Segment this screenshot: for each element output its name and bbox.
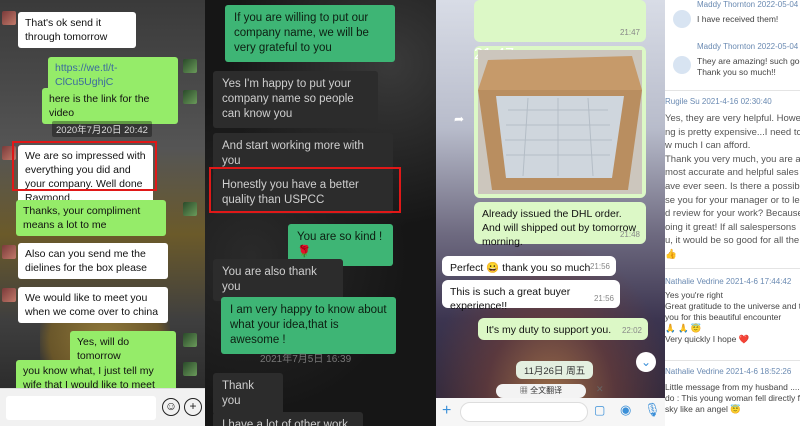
review-author: Maddy Thornton 2022-05-04 17:26 <box>697 0 800 9</box>
avatar <box>183 202 197 216</box>
avatar <box>183 333 197 347</box>
review-text: They are amazing! such good quality! <box>697 56 800 66</box>
avatar <box>2 288 16 302</box>
avatar <box>183 59 197 73</box>
message-bubble: Already issued the DHL order. And will s… <box>474 202 646 248</box>
message-bubble: I am very happy to know about what your … <box>221 297 396 354</box>
avatar <box>2 11 16 25</box>
message-bubble: Also can you send me the dielines for th… <box>18 243 168 279</box>
message-bubble: You are also thank you <box>213 259 343 301</box>
review-line: 🙏 🙏 😇 <box>665 323 702 333</box>
review-line: Yes, they are very helpful. Howe <box>665 113 800 124</box>
review-line: do : This young woman fell directly from <box>665 393 800 403</box>
translate-button[interactable]: ▦ 全文翻译 <box>496 384 586 398</box>
smile-icon[interactable]: ☺ <box>162 398 180 416</box>
review-line: you for this beautiful encounter <box>665 312 782 322</box>
message-bubble: If you are willing to put our company na… <box>225 5 395 62</box>
review-line: d review for your work? Because <box>665 208 800 220</box>
review-line: ave ever seen. Is there a possibl <box>665 181 800 192</box>
close-icon[interactable]: ✕ <box>596 384 608 396</box>
sticker-icon[interactable]: ▢ <box>594 403 605 417</box>
timestamp: 2021年7月5日 16:39 <box>260 354 352 365</box>
review-line: Little message from my husband ..... H <box>665 382 800 392</box>
divider <box>665 268 800 269</box>
photo-message[interactable]: 21:47 <box>474 0 646 42</box>
input-bar: + ▢ ◉ 🎙 <box>436 398 665 426</box>
highlight-box <box>209 167 401 213</box>
date-pill: 11月26日 周五 <box>516 361 594 379</box>
review-line: Great gratitude to the universe and to <box>665 301 800 311</box>
photo-message[interactable]: 21:47 <box>474 46 646 198</box>
avatar <box>673 10 691 28</box>
review-author: Maddy Thornton 2022-05-04 17:26 <box>697 42 800 51</box>
highlight-box <box>12 141 157 191</box>
message-bubble: I have a lot of other work <box>213 412 363 426</box>
avatar <box>673 56 691 74</box>
scroll-down-button[interactable]: ⌄ <box>636 352 656 372</box>
message-input[interactable] <box>460 402 588 422</box>
avatar <box>2 245 16 259</box>
review-text: I have received them! <box>697 14 779 24</box>
timestamp: 2020年7月20日 20:42 <box>52 121 152 137</box>
forward-icon[interactable]: ➦ <box>454 112 464 126</box>
review-line: Very quickly I hope ❤️ <box>665 334 750 344</box>
review-line: 👍 <box>665 249 677 260</box>
review-line: oing it great! If all salespersons <box>665 221 796 233</box>
message-input[interactable] <box>6 396 156 420</box>
avatar <box>183 90 197 104</box>
camera-icon[interactable]: ◉ <box>620 402 631 418</box>
message-bubble: That's ok send it through tomorrow <box>18 12 136 48</box>
translate-icon: ▦ <box>519 386 528 395</box>
message-bubble: This is such a great buyer experience!! … <box>442 280 620 312</box>
review-author: Nathalie Vedrine 2021-4-6 18:52:26 <box>665 367 792 376</box>
review-line: sky like an angel 😇 <box>665 404 741 414</box>
review-author: Nathalie Vedrine 2021-4-6 17:44:42 <box>665 277 792 286</box>
message-bubble: Thank you <box>213 373 283 415</box>
box-photo <box>478 50 642 194</box>
message-bubble: Yes I'm happy to put your company name s… <box>213 71 378 128</box>
review-line: w much I can afford. <box>665 140 751 152</box>
plus-icon[interactable]: + <box>442 402 451 420</box>
review-line: Thank you very much, you are a <box>665 153 800 165</box>
dark-chat-panel: If you are willing to put our company na… <box>205 0 436 426</box>
message-bubble: Perfect 😀 thank you so much 21:56 <box>442 256 616 276</box>
review-line: se you for your manager or to le <box>665 194 800 206</box>
review-text: Thank you so much!! <box>697 67 776 77</box>
microphone-icon[interactable]: 🎙 <box>644 402 661 418</box>
avatar <box>183 362 197 376</box>
review-line: u, it would be so good for all the <box>665 235 800 247</box>
divider <box>665 90 800 91</box>
plus-icon[interactable]: + <box>184 398 202 416</box>
message-bubble: We would like to meet you when we come o… <box>18 287 168 323</box>
input-bar: ☺ + <box>0 388 205 426</box>
review-line: Yes you're right <box>665 290 724 300</box>
message-bubble: It's my duty to support you. 22:02 <box>478 318 648 340</box>
message-bubble: Thanks, your compliment means a lot to m… <box>16 200 166 236</box>
divider <box>665 360 800 361</box>
message-bubble: here is the link for the video <box>42 88 178 124</box>
review-panel: Maddy Thornton 2022-05-04 17:26 I have r… <box>665 0 800 426</box>
whatsapp-chat-panel: 21:47 21:47 ➦ Already issued the DHL ord… <box>436 0 665 426</box>
wechat-chat-panel: That's ok send it through tomorrow https… <box>0 0 205 426</box>
review-line: most accurate and helpful sales <box>665 167 799 179</box>
review-line: ng is pretty expensive...I need to <box>665 126 800 138</box>
review-author: Rugile Su 2021-4-16 02:30:40 <box>665 97 772 106</box>
